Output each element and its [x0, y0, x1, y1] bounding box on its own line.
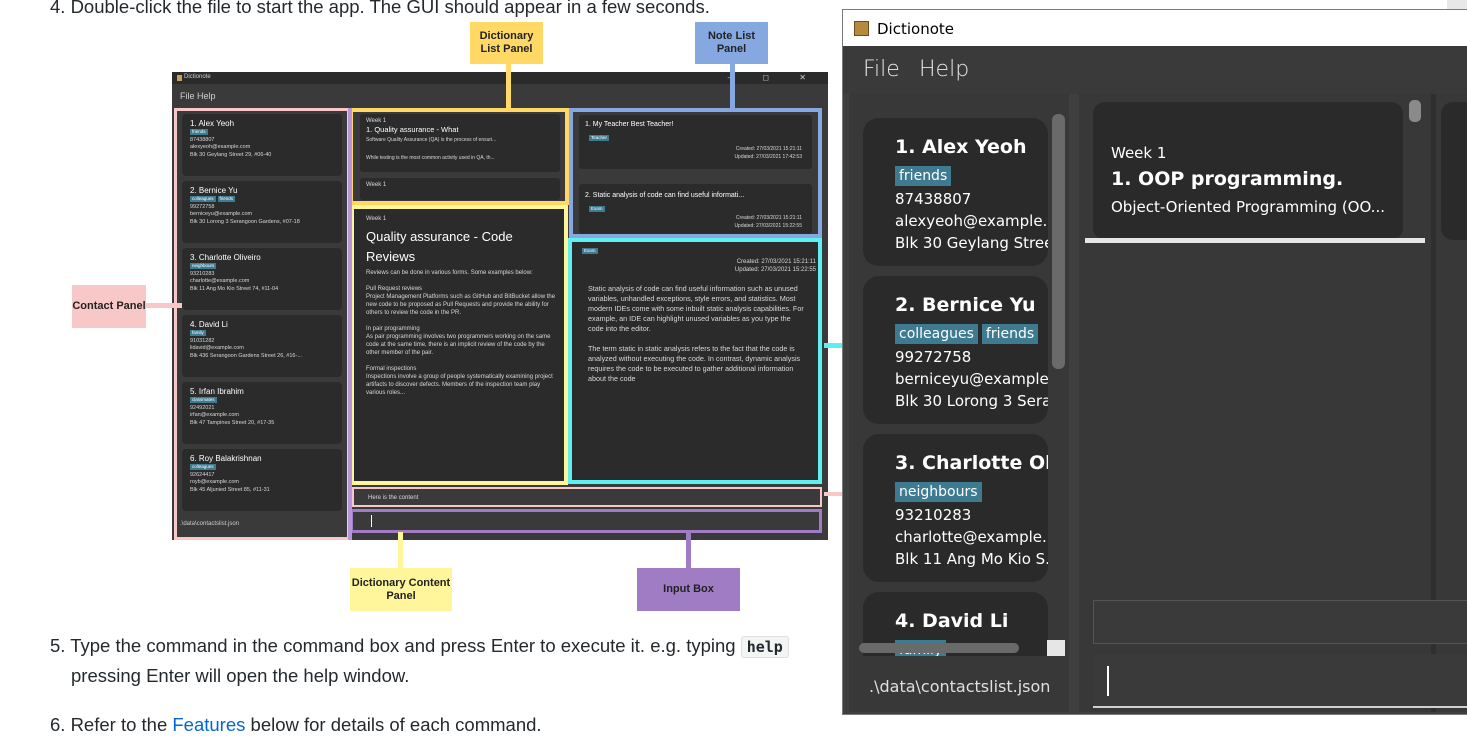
- connector-dictionary-list: [506, 64, 511, 110]
- connector-input-box: [686, 532, 691, 570]
- diagram-contact-card: 3. Charlotte Oliveiro neighbours 9321028…: [182, 248, 342, 310]
- label-input-box: Input Box: [637, 568, 740, 611]
- diagram-dict-card-1: Week 1 1. Quality assurance - What Softw…: [360, 114, 560, 172]
- result-display: [1093, 600, 1467, 644]
- contact-panel: 1. Alex Yeoh friends 87438807 alexyeoh@e…: [849, 94, 1069, 712]
- contact-phone: 93210283: [895, 506, 972, 524]
- contact-card[interactable]: 3. Charlotte Oli... neighbours 93210283 …: [863, 434, 1048, 582]
- label-note-list-panel: Note List Panel: [695, 22, 768, 64]
- contact-phone: 87438807: [895, 190, 972, 208]
- diagram-contact-card: 5. Irfan Ibrahim classmates 92492021 irfa…: [182, 382, 342, 444]
- menu-file[interactable]: File: [863, 57, 900, 82]
- tag: friends: [981, 324, 1039, 344]
- contact-email: charlotte@example....: [895, 528, 1048, 546]
- tag: friends: [895, 166, 952, 186]
- contact-hscroll-track[interactable]: [859, 640, 1067, 656]
- contact-name: 1. Alex Yeoh: [895, 136, 1027, 158]
- label-dictionary-list-panel: Dictionary List Panel: [470, 22, 543, 64]
- contact-tags: neighbours: [895, 482, 986, 502]
- diagram-dictionary-content-outline: Week 1 Quality assurance - Code Reviews …: [350, 205, 568, 485]
- dictionary-list-scrollbar[interactable]: [1409, 100, 1421, 122]
- dictionary-area: Week 1 1. OOP programming. Object-Orient…: [1079, 94, 1467, 712]
- command-box[interactable]: [1093, 654, 1467, 708]
- doc-step-6: 6. Refer to the Features below for detai…: [50, 714, 542, 736]
- diagram-data-path: .\data\contactslist.json: [180, 521, 240, 527]
- diagram-contact-card: 4. David Li family 91031282 lidavid@examp…: [182, 315, 342, 377]
- diagram-note-card-1: 1. My Teacher Best Teacher! Teacher Crea…: [579, 115, 812, 169]
- doc-step-5-continuation: pressing Enter will open the help window…: [71, 665, 410, 686]
- diagram-note-content-outline: Exam Created: 27/03/2021 15:21:11 Update…: [568, 238, 822, 484]
- connector-contact: [146, 303, 182, 308]
- dictionote-window: Dictionote File Help 1. Alex Yeoh friend…: [842, 9, 1467, 715]
- note-list-card[interactable]: [1441, 102, 1467, 240]
- diagram-input-box-outline: [350, 509, 822, 533]
- data-file-path: .\data\contactslist.json: [869, 677, 1051, 696]
- connector-note-list: [730, 64, 735, 110]
- label-contact-panel: Contact Panel: [72, 285, 146, 328]
- window-titlebar[interactable]: Dictionote: [843, 10, 1467, 46]
- contact-card[interactable]: 1. Alex Yeoh friends 87438807 alexyeoh@e…: [863, 118, 1048, 266]
- text-caret: [1107, 666, 1109, 696]
- menu-help[interactable]: Help: [919, 57, 969, 82]
- diagram-contact-card: 1. Alex Yeoh friends 87438807 alexyeoh@ex…: [182, 114, 342, 176]
- contact-card[interactable]: 2. Bernice Yu colleagues friends 99272758…: [863, 276, 1048, 424]
- diagram-dict-card-2: Week 1: [360, 178, 560, 200]
- contact-tags: colleagues friends: [895, 324, 1042, 344]
- diagram-note-card-2: 2. Static analysis of code can find usef…: [579, 184, 812, 234]
- app-icon: [854, 21, 869, 36]
- contact-list-scrollbar[interactable]: [1052, 114, 1065, 369]
- contact-tags: friends: [895, 166, 955, 186]
- contact-name: 4. David Li: [895, 610, 1009, 632]
- doc-step-5-text: 5. Type the command in the command box a…: [50, 635, 741, 656]
- contact-email: berniceyu@example...: [895, 370, 1048, 388]
- menu-bar: File Help: [843, 46, 1467, 94]
- contact-name: 2. Bernice Yu: [895, 294, 1036, 316]
- doc-step-5: 5. Type the command in the command box a…: [50, 635, 789, 686]
- help-code: help: [740, 636, 789, 658]
- dictionary-week: Week 1: [1111, 144, 1167, 162]
- panel-divider[interactable]: [1085, 238, 1425, 243]
- scroll-corner: [1047, 640, 1065, 656]
- diagram-contact-list: 1. Alex Yeoh friends 87438807 alexyeoh@ex…: [182, 114, 342, 516]
- dictionary-title: 1. OOP programming.: [1111, 168, 1344, 190]
- label-dictionary-content-panel: Dictionary Content Panel: [350, 568, 452, 611]
- dictionary-desc: Object-Oriented Programming (OO...: [1111, 198, 1385, 216]
- diagram-title: Dictionote: [184, 74, 211, 80]
- contact-address: Blk 11 Ang Mo Kio S...: [895, 550, 1048, 568]
- contact-address: Blk 30 Lorong 3 Sera...: [895, 392, 1048, 410]
- contact-name: 3. Charlotte Oli...: [895, 452, 1048, 474]
- connector-note-content: [824, 343, 844, 348]
- dictionary-list-card[interactable]: Week 1 1. OOP programming. Object-Orient…: [1093, 102, 1403, 240]
- diagram-contact-card: 6. Roy Balakrishnan colleagues 92624417 r…: [182, 449, 342, 511]
- diagram-contact-card: 2. Bernice Yu colleagues friends 99272758…: [182, 181, 342, 243]
- contact-phone: 99272758: [895, 348, 972, 366]
- diagram-menu: File Help: [180, 91, 216, 101]
- doc-step-4: 4. Double-click the file to start the ap…: [50, 0, 710, 17]
- diagram-window-controls: – ◻ ✕: [727, 73, 820, 82]
- contact-address: Blk 30 Geylang Stree...: [895, 234, 1048, 252]
- diagram-caret: [371, 515, 372, 527]
- contact-hscroll-thumb[interactable]: [859, 643, 1019, 653]
- tag: neighbours: [895, 482, 982, 502]
- diagram-input-bracket: [348, 108, 352, 540]
- contact-email: alexyeoh@example....: [895, 212, 1048, 230]
- connector-result: [824, 492, 844, 496]
- connector-dictionary-content: [398, 532, 403, 570]
- diagram-app-icon: [177, 75, 182, 81]
- contact-list[interactable]: 1. Alex Yeoh friends 87438807 alexyeoh@e…: [849, 94, 1069, 656]
- tag: colleagues: [895, 324, 978, 344]
- window-title: Dictionote: [877, 20, 954, 38]
- diagram-result-box: Here is the content: [352, 487, 822, 507]
- gui-diagram: Dictionote – ◻ ✕ File Help 1. Alex Yeoh …: [172, 72, 828, 540]
